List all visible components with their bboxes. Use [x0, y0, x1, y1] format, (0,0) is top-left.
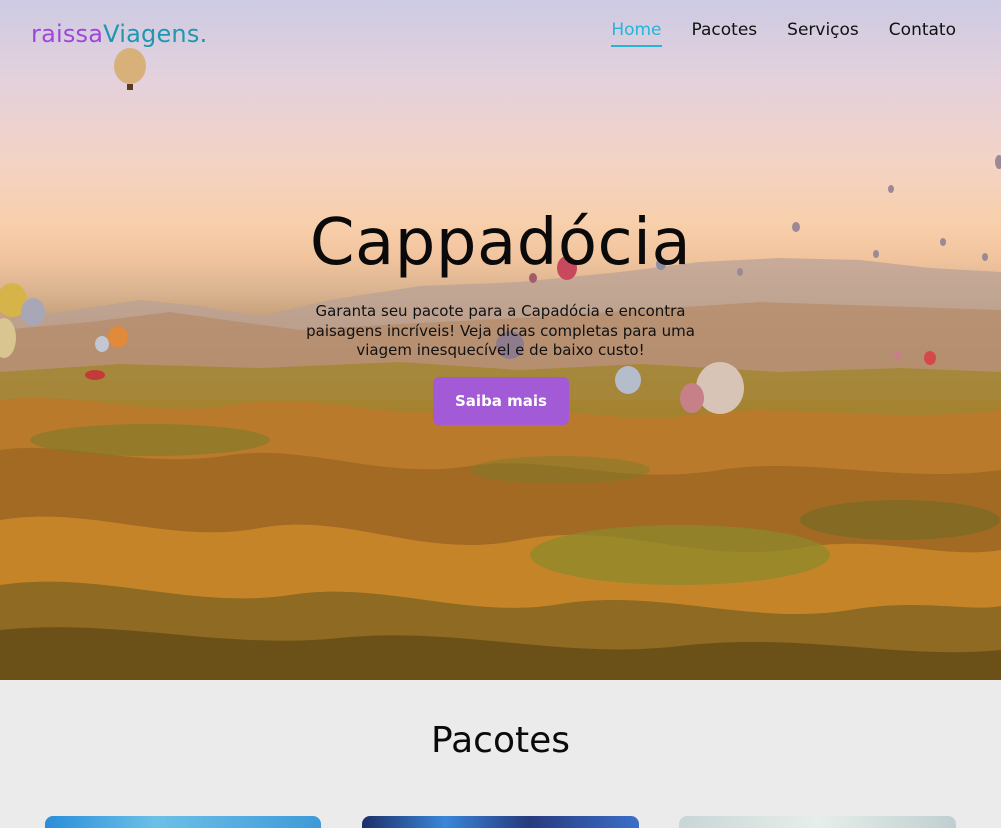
package-card[interactable]: [362, 816, 639, 828]
package-card[interactable]: [45, 816, 321, 828]
hero-description: Garanta seu pacote para a Capadócia e en…: [306, 302, 695, 359]
balloon: [114, 48, 146, 90]
logo[interactable]: raissaViagens.: [31, 20, 207, 48]
hero-title: Cappadócia: [309, 206, 692, 280]
logo-part-viagens: Viagens: [103, 20, 200, 48]
logo-dot: .: [199, 20, 208, 48]
nav-pacotes[interactable]: Pacotes: [692, 20, 758, 47]
hero-section: raissaViagens. Home Pacotes Serviços Con…: [0, 0, 1001, 680]
package-card[interactable]: [679, 816, 956, 828]
nav-home[interactable]: Home: [611, 20, 662, 47]
logo-part-raissa: raissa: [31, 20, 104, 48]
nav-servicos[interactable]: Serviços: [787, 20, 859, 47]
main-nav: Home Pacotes Serviços Contato: [581, 20, 956, 47]
saiba-mais-button[interactable]: Saiba mais: [433, 377, 569, 425]
nav-contato[interactable]: Contato: [889, 20, 956, 47]
packages-title: Pacotes: [431, 720, 570, 761]
